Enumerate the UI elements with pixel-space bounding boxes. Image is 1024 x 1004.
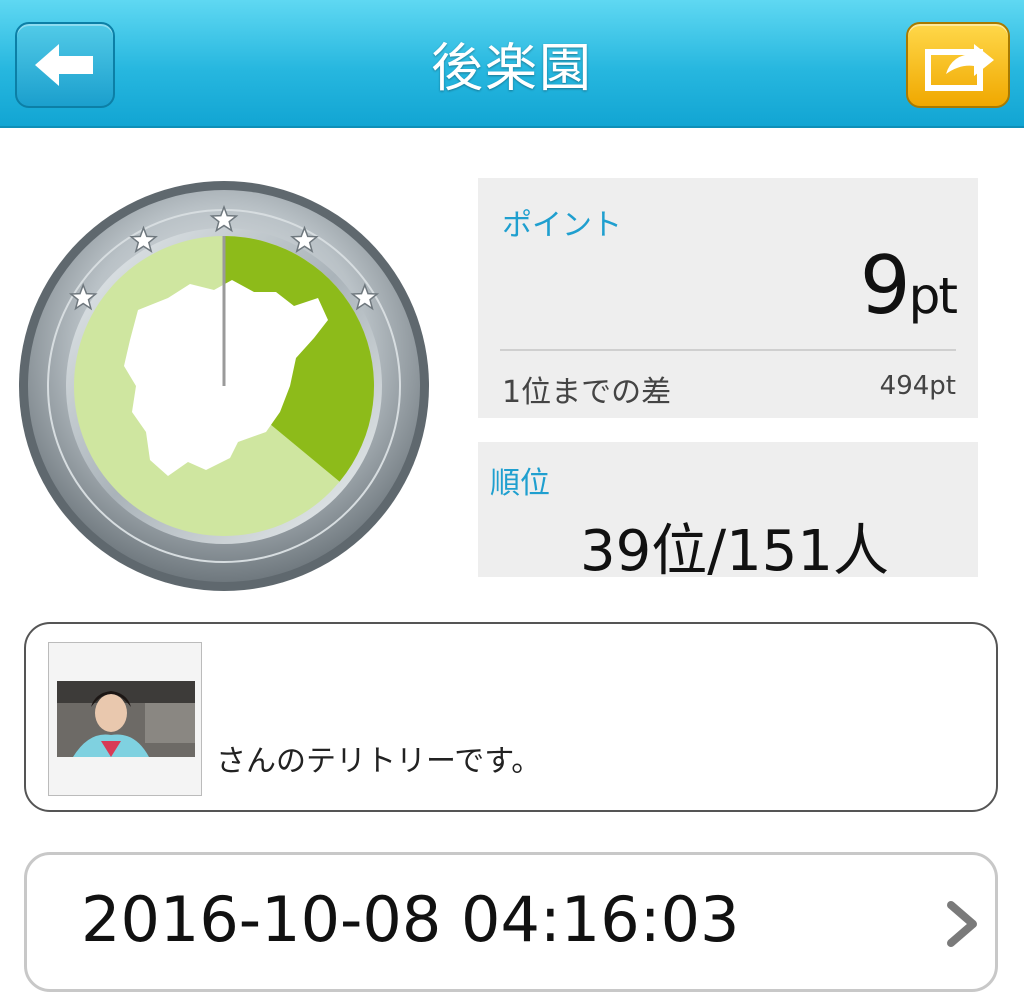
- page-title: 後楽園: [430, 39, 593, 99]
- points-number: 9: [859, 239, 911, 332]
- chevron-right-icon: [947, 901, 977, 947]
- territory-badge: [19, 181, 429, 591]
- owner-photo: [49, 643, 201, 795]
- diff-to-first-label: 1位までの差: [502, 375, 672, 410]
- rank-label: 順位: [490, 466, 550, 501]
- owner-avatar[interactable]: [48, 642, 202, 796]
- share-button[interactable]: [906, 22, 1010, 108]
- timestamp-row[interactable]: 2016-10-08 04:16:03: [24, 852, 998, 992]
- share-icon: [925, 44, 994, 91]
- rank-value: 39位/151人: [580, 519, 890, 584]
- points-panel: ポイント 9pt 1位までの差 494pt: [478, 178, 978, 418]
- timestamp-value: 2016-10-08 04:16:03: [81, 883, 740, 956]
- points-value: 9pt: [860, 246, 958, 326]
- points-unit: pt: [908, 267, 958, 325]
- diff-to-first-value: 494pt: [879, 371, 956, 401]
- rank-panel: 順位 39位/151人: [478, 442, 978, 584]
- points-label: ポイント: [502, 208, 622, 243]
- points-divider: [500, 349, 956, 351]
- owner-territory-text: さんのテリトリーです。: [216, 744, 542, 779]
- header-bar: 後楽園: [0, 0, 1024, 128]
- owner-card[interactable]: さんのテリトリーです。: [24, 622, 998, 812]
